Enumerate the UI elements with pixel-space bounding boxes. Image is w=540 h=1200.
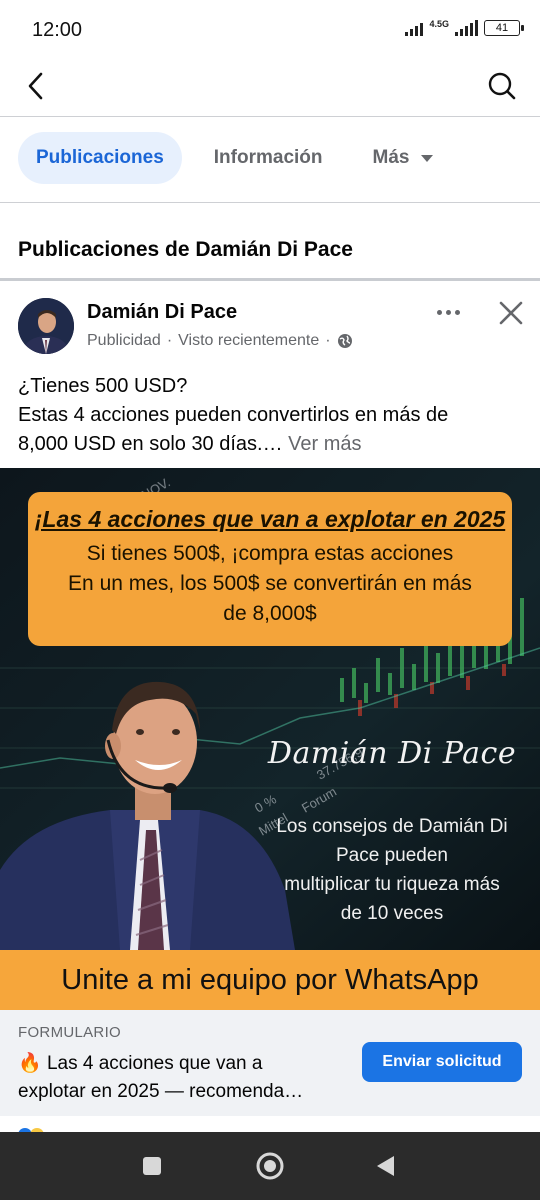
header-divider bbox=[0, 116, 540, 117]
battery-level: 41 bbox=[495, 22, 509, 34]
signal-icon bbox=[405, 20, 424, 36]
profile-tabs: Publicaciones Información Más bbox=[18, 132, 451, 184]
dot-icon bbox=[445, 309, 451, 315]
see-more-link[interactable]: Ver más bbox=[283, 433, 361, 455]
top-app-bar bbox=[0, 60, 540, 112]
cta-bar: FORMULARIO 🔥 Las 4 acciones que van a ex… bbox=[0, 1010, 540, 1116]
network-type: 4.5G bbox=[429, 18, 449, 29]
triangle-back-icon bbox=[377, 1156, 394, 1176]
sponsored-label: Publicidad bbox=[87, 332, 161, 349]
square-icon bbox=[143, 1157, 161, 1175]
callout-body: Si tienes 500$, ¡compra estas acciones E… bbox=[28, 539, 512, 629]
chevron-left-icon bbox=[28, 72, 43, 100]
tagline-line: Pace pueden bbox=[336, 845, 448, 866]
cta-title[interactable]: 🔥 Las 4 acciones que van a explotar en 2… bbox=[18, 1050, 344, 1106]
ad-image[interactable]: 37.756,9 Forum 23. NOV. 0 % Mittel ¡Las … bbox=[0, 468, 540, 950]
tagline-line: Los consejos de Damián Di bbox=[276, 816, 508, 837]
avatar[interactable] bbox=[18, 298, 74, 354]
status-time: 12:00 bbox=[32, 18, 83, 41]
hide-post-button[interactable] bbox=[494, 296, 528, 330]
status-icons: 4.5G 41 bbox=[405, 18, 524, 36]
ad-banner[interactable]: Unite a mi equipo por WhatsApp bbox=[0, 950, 540, 1010]
meta-separator: · bbox=[166, 332, 173, 349]
search-button[interactable] bbox=[484, 68, 520, 104]
globe-icon bbox=[337, 334, 352, 348]
back-nav-button[interactable] bbox=[370, 1150, 402, 1182]
cta-kicker: FORMULARIO bbox=[18, 1024, 122, 1041]
close-icon bbox=[499, 301, 523, 325]
post-meta: Publicidad · Visto recientemente · bbox=[87, 332, 353, 350]
tab-mas[interactable]: Más bbox=[355, 132, 452, 184]
dot-icon bbox=[454, 309, 460, 315]
callout-line: En un mes, los 500$ se convertirán en má… bbox=[68, 572, 472, 595]
home-button[interactable] bbox=[254, 1150, 286, 1182]
ad-tagline: Los consejos de Damián Di Pace pueden mu… bbox=[252, 812, 532, 928]
ad-speaker-name: Damián Di Pace bbox=[267, 736, 517, 771]
home-circle-icon bbox=[256, 1152, 284, 1180]
post-text-fragment: 8,000 USD en solo 30 días.… bbox=[18, 433, 283, 455]
cta-title-line: 🔥 Las 4 acciones que van a bbox=[18, 1050, 344, 1078]
tabs-divider bbox=[0, 202, 540, 203]
tab-publicaciones[interactable]: Publicaciones bbox=[18, 132, 182, 184]
section-title: Publicaciones de Damián Di Pace bbox=[18, 238, 353, 261]
status-bar: 12:00 4.5G 41 bbox=[0, 0, 540, 60]
dot-icon bbox=[436, 309, 442, 315]
system-nav-bar bbox=[0, 1132, 540, 1200]
signal-icon-2 bbox=[455, 20, 478, 36]
tab-label: Información bbox=[213, 147, 323, 168]
callout-line: Si tienes 500$, ¡compra estas acciones bbox=[86, 542, 454, 565]
meta-separator: · bbox=[325, 332, 331, 349]
post-text-line: 8,000 USD en solo 30 días.… Ver más bbox=[18, 430, 528, 459]
recents-button[interactable] bbox=[136, 1150, 168, 1182]
reactions-peek bbox=[0, 1116, 540, 1142]
post-text: ¿Tienes 500 USD? Estas 4 acciones pueden… bbox=[18, 372, 528, 459]
tab-label: Más bbox=[372, 147, 410, 168]
seen-label: Visto recientemente bbox=[178, 332, 320, 349]
callout-line: de 8,000$ bbox=[223, 602, 317, 625]
post-text-line: ¿Tienes 500 USD? bbox=[18, 375, 188, 397]
search-icon bbox=[488, 72, 516, 100]
send-request-button[interactable]: Enviar solicitud bbox=[362, 1042, 522, 1082]
person-icon bbox=[18, 298, 74, 354]
tab-label: Publicaciones bbox=[36, 147, 164, 168]
ad-callout-box: ¡Las 4 acciones que van a explotar en 20… bbox=[28, 492, 512, 646]
caret-down-icon bbox=[421, 154, 434, 162]
cta-title-text: Las 4 acciones que van a bbox=[46, 1053, 263, 1074]
callout-title: ¡Las 4 acciones que van a explotar en 20… bbox=[34, 506, 506, 532]
post-text-line: Estas 4 acciones pueden convertirlos en … bbox=[18, 404, 449, 426]
battery-icon: 41 bbox=[484, 20, 524, 36]
fire-icon: 🔥 bbox=[18, 1053, 42, 1074]
post-author[interactable]: Damián Di Pace bbox=[87, 301, 237, 324]
more-options-button[interactable] bbox=[430, 300, 466, 324]
tagline-line: multiplicar tu riqueza más bbox=[284, 874, 500, 895]
cta-title-line: explotar en 2025 — recomenda… bbox=[18, 1081, 304, 1102]
back-button[interactable] bbox=[18, 68, 54, 104]
section-divider bbox=[0, 278, 540, 281]
tab-informacion[interactable]: Información bbox=[196, 132, 341, 184]
tagline-line: de 10 veces bbox=[340, 903, 444, 924]
